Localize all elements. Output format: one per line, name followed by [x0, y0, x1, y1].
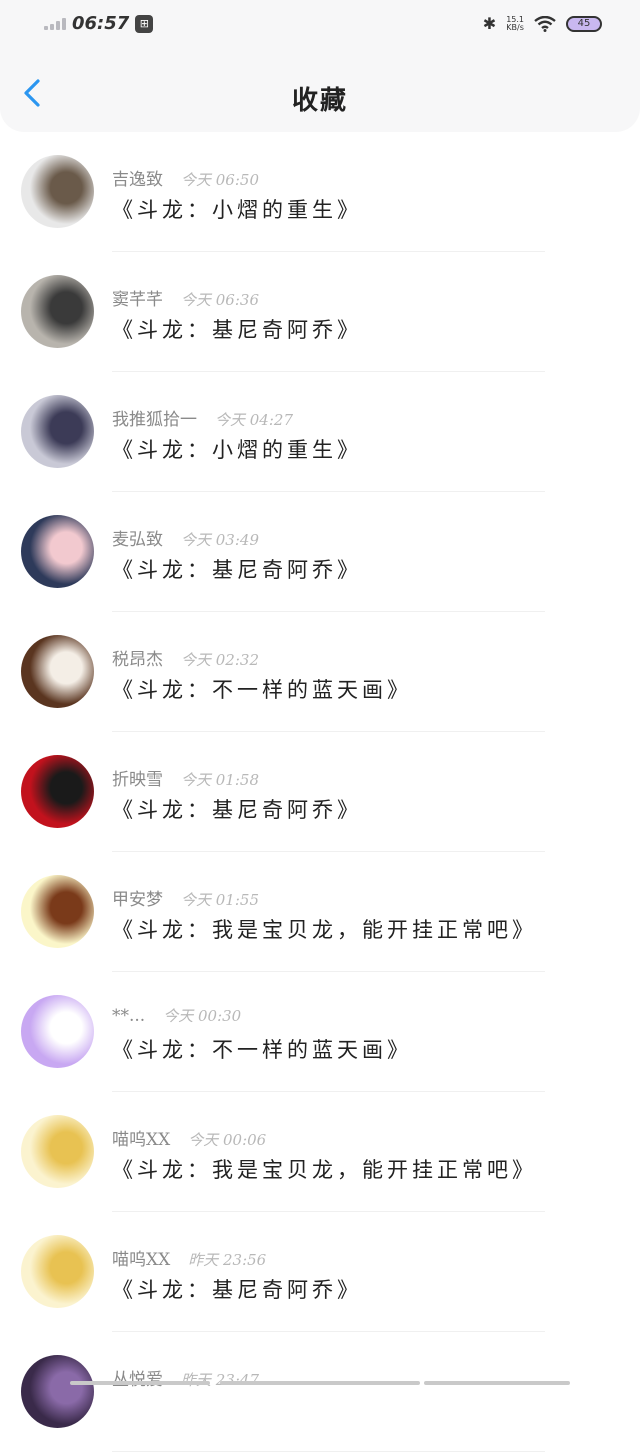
- item-meta: 吉逸致今天 06:50: [112, 165, 259, 190]
- user-name: 喵呜XX: [112, 1245, 170, 1270]
- user-name: 吉逸致: [112, 165, 163, 190]
- book-title[interactable]: 《斗龙：我是宝贝龙，能开挂正常吧》: [112, 1154, 537, 1184]
- app-header: 收藏: [0, 50, 640, 132]
- item-meta: 税昂杰今天 02:32: [112, 645, 259, 670]
- battery-indicator: 45: [566, 16, 602, 32]
- item-meta: 折映雪今天 01:58: [112, 765, 259, 790]
- user-name: 窦芊芊: [112, 285, 163, 310]
- status-right: ✱ 15.1 KB/s 45: [483, 14, 602, 33]
- list-item[interactable]: 税昂杰今天 02:32 《斗龙：不一样的蓝天画》: [0, 612, 640, 732]
- avatar[interactable]: [21, 275, 94, 348]
- list-item[interactable]: 甲安梦今天 01:55 《斗龙：我是宝贝龙，能开挂正常吧》: [0, 852, 640, 972]
- avatar[interactable]: [21, 875, 94, 948]
- list-item[interactable]: 我推狐拾一今天 04:27 《斗龙：小熠的重生》: [0, 372, 640, 492]
- user-name: 麦弘致: [112, 525, 163, 550]
- timestamp: 今天 01:58: [181, 769, 259, 790]
- timestamp: 今天 06:36: [181, 289, 259, 310]
- timestamp: 今天 01:55: [181, 889, 259, 910]
- avatar[interactable]: [21, 755, 94, 828]
- avatar[interactable]: [21, 995, 94, 1068]
- favorites-list: 吉逸致今天 06:50《斗龙：小熠的重生》窦芊芊今天 06:36《斗龙：基尼奇阿…: [0, 132, 640, 1452]
- book-title[interactable]: 《斗龙：小熠的重生》: [112, 434, 362, 464]
- net-speed-unit: KB/s: [506, 24, 524, 32]
- avatar[interactable]: [21, 1115, 94, 1188]
- user-name: 折映雪: [112, 765, 163, 790]
- home-indicator: [70, 1381, 210, 1385]
- book-title[interactable]: 《斗龙：不一样的蓝天画》: [112, 1034, 412, 1064]
- user-name: 甲安梦: [112, 885, 163, 910]
- status-bar: 06:57 ⊞ ✱ 15.1 KB/s 45: [0, 0, 640, 50]
- page-title: 收藏: [0, 80, 640, 117]
- list-item[interactable]: 窦芊芊今天 06:36 《斗龙：基尼奇阿乔》: [0, 252, 640, 372]
- avatar[interactable]: [21, 1235, 94, 1308]
- avatar[interactable]: [21, 635, 94, 708]
- status-left: 06:57 ⊞: [44, 13, 153, 34]
- timestamp: 今天 06:50: [181, 169, 259, 190]
- item-meta: 喵呜XX 昨天 23:56: [112, 1245, 266, 1270]
- list-item[interactable]: 折映雪今天 01:58 《斗龙：基尼奇阿乔》: [0, 732, 640, 852]
- book-title[interactable]: 《斗龙：小熠的重生》: [112, 194, 362, 224]
- timestamp: 今天 03:49: [181, 529, 259, 550]
- home-indicator-segment: [220, 1381, 420, 1385]
- book-title[interactable]: 《斗龙：基尼奇阿乔》: [112, 554, 362, 584]
- avatar[interactable]: [21, 1355, 94, 1428]
- app-notification-icon: ⊞: [135, 15, 153, 33]
- user-name: 税昂杰: [112, 645, 163, 670]
- user-name: **...: [112, 1006, 145, 1026]
- book-title[interactable]: 《斗龙：不一样的蓝天画》: [112, 674, 412, 704]
- timestamp: 今天 00:06: [188, 1129, 266, 1150]
- list-item[interactable]: 喵呜XX 今天 00:06 《斗龙：我是宝贝龙，能开挂正常吧》: [0, 1092, 640, 1212]
- item-meta: **... 今天 00:30: [112, 1005, 241, 1026]
- item-meta: 麦弘致今天 03:49: [112, 525, 259, 550]
- user-name: 丛悦爱: [112, 1365, 163, 1390]
- list-item[interactable]: 丛悦爱昨天 23:47: [0, 1332, 640, 1452]
- item-meta: 喵呜XX 今天 00:06: [112, 1125, 266, 1150]
- list-item[interactable]: 喵呜XX 昨天 23:56 《斗龙：基尼奇阿乔》: [0, 1212, 640, 1332]
- list-item[interactable]: **... 今天 00:30 《斗龙：不一样的蓝天画》: [0, 972, 640, 1092]
- list-item[interactable]: 吉逸致今天 06:50 《斗龙：小熠的重生》: [0, 132, 640, 252]
- timestamp: 今天 02:32: [181, 649, 259, 670]
- book-title[interactable]: 《斗龙：我是宝贝龙，能开挂正常吧》: [112, 914, 537, 944]
- item-meta: 我推狐拾一今天 04:27: [112, 405, 293, 430]
- item-meta: 窦芊芊今天 06:36: [112, 285, 259, 310]
- timestamp: 今天 00:30: [163, 1005, 241, 1026]
- user-name: 喵呜XX: [112, 1125, 170, 1150]
- status-time: 06:57: [72, 13, 129, 34]
- list-item[interactable]: 麦弘致今天 03:49 《斗龙：基尼奇阿乔》: [0, 492, 640, 612]
- timestamp: 今天 04:27: [215, 409, 293, 430]
- avatar[interactable]: [21, 395, 94, 468]
- avatar[interactable]: [21, 515, 94, 588]
- book-title[interactable]: 《斗龙：基尼奇阿乔》: [112, 314, 362, 344]
- bluetooth-icon: ✱: [483, 14, 496, 33]
- home-indicator-segment-2: [424, 1381, 570, 1385]
- user-name: 我推狐拾一: [112, 405, 197, 430]
- signal-icon: [44, 18, 66, 30]
- wifi-icon: [534, 16, 556, 32]
- item-meta: 甲安梦今天 01:55: [112, 885, 259, 910]
- item-meta: 丛悦爱昨天 23:47: [112, 1365, 259, 1390]
- net-speed: 15.1 KB/s: [506, 16, 524, 32]
- book-title[interactable]: 《斗龙：基尼奇阿乔》: [112, 1274, 362, 1304]
- book-title[interactable]: 《斗龙：基尼奇阿乔》: [112, 794, 362, 824]
- timestamp: 昨天 23:56: [188, 1249, 266, 1270]
- avatar[interactable]: [21, 155, 94, 228]
